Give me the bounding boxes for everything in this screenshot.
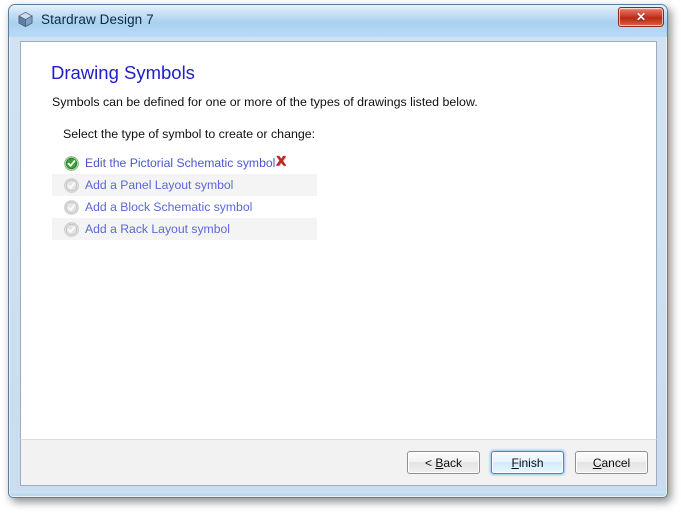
window-bottom-edge (10, 491, 666, 496)
window-title: Stardraw Design 7 (41, 12, 154, 27)
list-item-label: Add a Panel Layout symbol (85, 178, 234, 192)
select-prompt-label: Select the type of symbol to create or c… (63, 127, 316, 141)
list-item-label: Add a Rack Layout symbol (85, 222, 230, 236)
check-circle-grey-icon (64, 221, 79, 237)
cube-app-icon (17, 11, 34, 28)
cancel-button-label: Cancel (592, 455, 631, 470)
check-circle-grey-icon (64, 177, 79, 193)
title-bar[interactable]: Stardraw Design 7 ✕ (9, 5, 667, 37)
back-button-label: < Back (424, 455, 463, 470)
finish-button-label: Finish (511, 455, 544, 470)
list-item-label: Add a Block Schematic symbol (85, 200, 253, 214)
close-icon: ✕ (635, 10, 647, 24)
page-subtitle: Symbols can be defined for one or more o… (52, 95, 478, 109)
list-item-label: Edit the Pictorial Schematic symbol (85, 156, 276, 170)
cancel-button[interactable]: Cancel (575, 451, 648, 474)
close-button[interactable]: ✕ (618, 7, 664, 27)
check-circle-grey-icon (64, 199, 79, 215)
title-bar-content: Stardraw Design 7 (17, 11, 154, 28)
list-item[interactable]: Add a Rack Layout symbol (52, 218, 317, 240)
content-panel: Drawing Symbols Symbols can be defined f… (20, 41, 657, 486)
list-item[interactable]: Add a Panel Layout symbol (52, 174, 317, 196)
back-button[interactable]: < Back (407, 451, 480, 474)
finish-button[interactable]: Finish (491, 451, 564, 474)
list-item[interactable]: Add a Block Schematic symbol (52, 196, 317, 218)
dialog-window: Stardraw Design 7 ✕ Drawing Symbols Symb… (8, 4, 668, 498)
check-circle-green-icon (64, 155, 79, 171)
button-row: < Back Finish Cancel (407, 451, 648, 474)
dialog-footer: < Back Finish Cancel (20, 439, 657, 486)
page-title: Drawing Symbols (51, 62, 195, 83)
red-x-delete-icon[interactable] (273, 153, 289, 169)
